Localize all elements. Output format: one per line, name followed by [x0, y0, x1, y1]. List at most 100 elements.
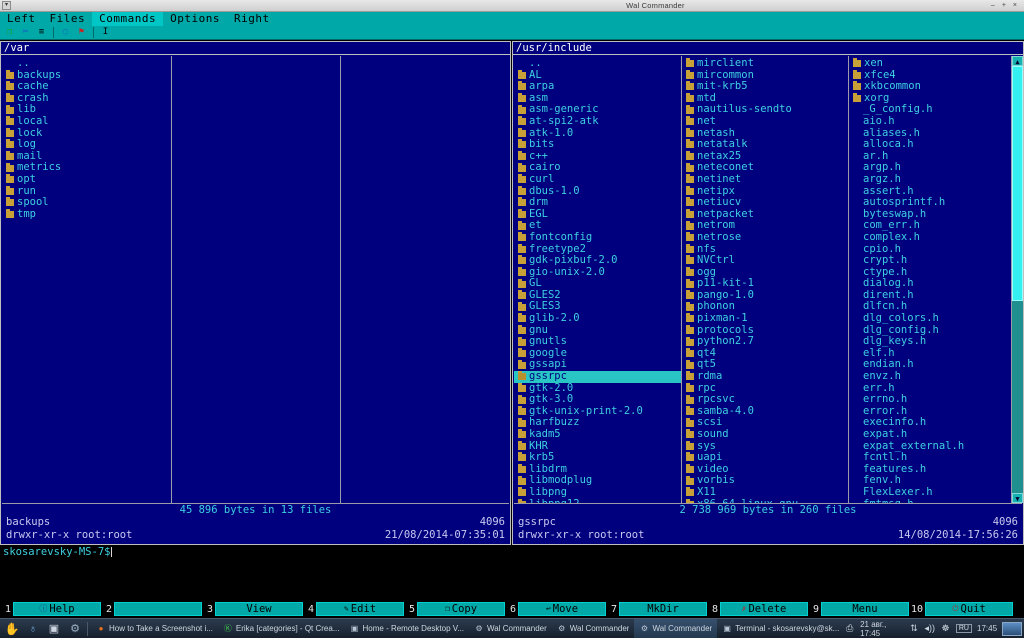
- directory-row[interactable]: gnu: [514, 325, 681, 337]
- directory-row[interactable]: netipx: [682, 186, 848, 198]
- file-row[interactable]: autosprintf.h: [849, 197, 1013, 209]
- directory-row[interactable]: sound: [682, 429, 848, 441]
- file-row[interactable]: expat.h: [849, 429, 1013, 441]
- function-key-f4[interactable]: 4✎Edit: [303, 601, 404, 617]
- left-panel-path[interactable]: /var: [1, 42, 510, 55]
- taskbar-window-button[interactable]: ⚙Wal Commander: [634, 619, 717, 638]
- function-key-f5[interactable]: 5❐Copy: [404, 601, 505, 617]
- directory-row[interactable]: lock: [2, 128, 171, 140]
- file-row[interactable]: cpio.h: [849, 244, 1013, 256]
- right-file-panel[interactable]: /usr/include ..ALarpaasmasm-genericat-sp…: [512, 41, 1024, 545]
- file-row[interactable]: error.h: [849, 406, 1013, 418]
- directory-row[interactable]: gtk-3.0: [514, 394, 681, 406]
- directory-row[interactable]: arpa: [514, 81, 681, 93]
- directory-row[interactable]: pixman-1: [682, 313, 848, 325]
- directory-row[interactable]: netatalk: [682, 139, 848, 151]
- printer-icon[interactable]: ⎙: [844, 623, 855, 635]
- file-row[interactable]: aio.h: [849, 116, 1013, 128]
- directory-row[interactable]: lib: [2, 104, 171, 116]
- web-browser-icon[interactable]: ♁: [24, 620, 42, 638]
- menu-item-left[interactable]: Left: [0, 12, 43, 26]
- file-row[interactable]: elf.h: [849, 348, 1013, 360]
- file-row[interactable]: fcntl.h: [849, 452, 1013, 464]
- function-key-f9[interactable]: 9Menu: [808, 601, 909, 617]
- function-key-label[interactable]: ✎Edit: [316, 602, 404, 616]
- directory-row[interactable]: freetype2: [514, 244, 681, 256]
- directory-row[interactable]: c++: [514, 151, 681, 163]
- directory-row[interactable]: nfs: [682, 244, 848, 256]
- file-row[interactable]: errno.h: [849, 394, 1013, 406]
- file-row[interactable]: features.h: [849, 464, 1013, 476]
- directory-row[interactable]: X11: [682, 487, 848, 499]
- directory-row[interactable]: python2.7: [682, 336, 848, 348]
- function-key-label[interactable]: ⏻Quit: [925, 602, 1013, 616]
- function-key-f1[interactable]: 1ⓘHelp: [0, 601, 101, 617]
- directory-row[interactable]: fontconfig: [514, 232, 681, 244]
- file-row[interactable]: dirent.h: [849, 290, 1013, 302]
- compare-icon[interactable]: ✂: [19, 27, 32, 39]
- directory-row[interactable]: EGL: [514, 209, 681, 221]
- directory-row[interactable]: NVCtrl: [682, 255, 848, 267]
- close-button[interactable]: ×: [1013, 0, 1017, 12]
- directory-row[interactable]: curl: [514, 174, 681, 186]
- function-key-f3[interactable]: 3View: [202, 601, 303, 617]
- directory-row[interactable]: run: [2, 186, 171, 198]
- start-menu-icon[interactable]: ✋: [3, 620, 21, 638]
- directory-row[interactable]: cache: [2, 81, 171, 93]
- directory-row[interactable]: netiucv: [682, 197, 848, 209]
- list-icon[interactable]: ≡: [35, 27, 48, 39]
- function-key-label[interactable]: ✗Delete: [720, 602, 808, 616]
- search-icon[interactable]: ◌: [59, 27, 72, 39]
- directory-row[interactable]: backups: [2, 70, 171, 82]
- directory-row[interactable]: gdk-pixbuf-2.0: [514, 255, 681, 267]
- directory-row[interactable]: rpc: [682, 383, 848, 395]
- network-icon[interactable]: ⇅: [909, 623, 920, 635]
- directory-row[interactable]: gssapi: [514, 359, 681, 371]
- file-row[interactable]: envz.h: [849, 371, 1013, 383]
- taskbar-window-button[interactable]: ▣Terminal - skosarevsky@sk...: [717, 619, 844, 638]
- menu-item-files[interactable]: Files: [43, 12, 93, 26]
- function-key-f10[interactable]: 10⏻Quit: [909, 601, 1013, 617]
- function-key-f2[interactable]: 2: [101, 601, 202, 617]
- tray-clock[interactable]: 17:45: [977, 624, 997, 633]
- directory-row[interactable]: GLES2: [514, 290, 681, 302]
- menu-item-options[interactable]: Options: [163, 12, 227, 26]
- scrollbar-track[interactable]: [1012, 66, 1023, 493]
- settings-icon[interactable]: ⚙: [66, 620, 84, 638]
- directory-row[interactable]: mail: [2, 151, 171, 163]
- directory-row[interactable]: mtd: [682, 93, 848, 105]
- directory-row[interactable]: libpng: [514, 487, 681, 499]
- directory-row[interactable]: xen: [849, 58, 1013, 70]
- volume-icon[interactable]: ◂)): [924, 623, 935, 635]
- file-row[interactable]: fenv.h: [849, 475, 1013, 487]
- directory-row[interactable]: netash: [682, 128, 848, 140]
- directory-row[interactable]: netpacket: [682, 209, 848, 221]
- directory-row[interactable]: opt: [2, 174, 171, 186]
- directory-row[interactable]: net: [682, 116, 848, 128]
- directory-row[interactable]: spool: [2, 197, 171, 209]
- directory-row[interactable]: netrom: [682, 220, 848, 232]
- file-row[interactable]: argp.h: [849, 162, 1013, 174]
- directory-row[interactable]: video: [682, 464, 848, 476]
- directory-row[interactable]: mirclient: [682, 58, 848, 70]
- function-key-label[interactable]: ❐Copy: [417, 602, 505, 616]
- function-key-label[interactable]: View: [215, 602, 303, 616]
- keyboard-layout-indicator[interactable]: RU: [956, 624, 972, 633]
- directory-row[interactable]: xorg: [849, 93, 1013, 105]
- file-row[interactable]: argz.h: [849, 174, 1013, 186]
- directory-row[interactable]: local: [2, 116, 171, 128]
- function-key-f6[interactable]: 6↩Move: [505, 601, 606, 617]
- scroll-up-arrow-icon[interactable]: ▲: [1012, 56, 1023, 66]
- directory-row[interactable]: gtk-unix-print-2.0: [514, 406, 681, 418]
- directory-row[interactable]: vorbis: [682, 475, 848, 487]
- directory-row[interactable]: phonon: [682, 301, 848, 313]
- function-key-f8[interactable]: 8✗Delete: [707, 601, 808, 617]
- menu-item-commands[interactable]: Commands: [92, 12, 163, 26]
- function-key-label[interactable]: ⓘHelp: [13, 602, 101, 616]
- directory-row[interactable]: rdma: [682, 371, 848, 383]
- function-key-label[interactable]: [114, 602, 202, 616]
- directory-row[interactable]: nautilus-sendto: [682, 104, 848, 116]
- directory-row[interactable]: google: [514, 348, 681, 360]
- file-row[interactable]: ar.h: [849, 151, 1013, 163]
- directory-row[interactable]: GLES3: [514, 301, 681, 313]
